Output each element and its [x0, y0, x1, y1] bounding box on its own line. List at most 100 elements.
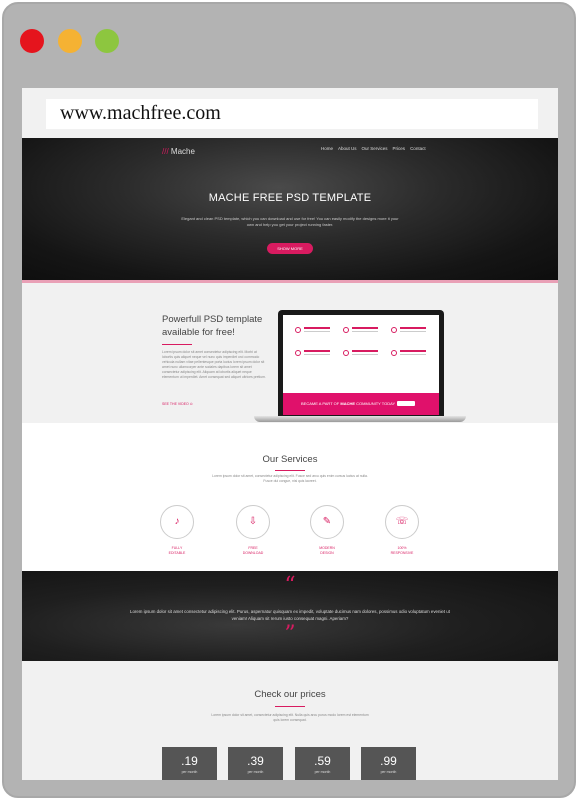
about-section: Powerfull PSD template available for fre… [22, 283, 558, 423]
testimonial-section: “ Lorem ipsum dolor sit amet consectetur… [22, 571, 558, 661]
price-value: .99 [380, 754, 397, 768]
price-period: per month [247, 770, 264, 774]
laptop-feature [295, 327, 331, 337]
price-card[interactable]: .39 per month [228, 747, 283, 780]
feature-icon [343, 350, 349, 356]
prices-underline [275, 706, 305, 707]
laptop-feature [391, 350, 427, 360]
show-more-button[interactable]: SHOW MORE [267, 243, 313, 254]
services-section: Our Services Lorem ipsum dolor sit amet,… [22, 423, 558, 571]
nav-home[interactable]: Home [321, 146, 333, 151]
service-label: MODERN DESIGN [302, 546, 352, 556]
price-value: .59 [314, 754, 331, 768]
banner-suffix: COMMUNITY TODAY [356, 401, 396, 406]
feature-text-line [352, 331, 378, 332]
service-label-line: 100% [397, 546, 407, 550]
see-video-label: SEE THE VIDEO [162, 402, 189, 406]
service-label: 100% RESPONSIVE [377, 546, 427, 556]
feature-text-line [304, 354, 330, 355]
service-icon-circle: ☏ [385, 505, 419, 539]
service-label-line: DOWNLOAD [242, 551, 264, 555]
testimonial-text: Lorem ipsum dolor sit amet consectetur a… [130, 609, 450, 621]
minimize-window-button[interactable] [58, 29, 82, 53]
price-card[interactable]: .99 per month [361, 747, 416, 780]
feature-icon [343, 327, 349, 333]
service-label: FREE DOWNLOAD [228, 546, 278, 556]
community-banner-text: BECAME A PART OF MACHE COMMUNITY TODAY [301, 401, 395, 406]
about-title: Powerfull PSD template available for fre… [162, 314, 263, 338]
quote-open-icon: “ [284, 573, 296, 598]
laptop-mockup: BECAME A PART OF MACHE COMMUNITY TODAY [278, 310, 444, 416]
price-card[interactable]: .59 per month [295, 747, 350, 780]
see-video-link[interactable]: SEE THE VIDEO ⊙ [162, 402, 193, 406]
laptop-feature [295, 350, 331, 360]
price-period: per month [314, 770, 331, 774]
price-period: per month [181, 770, 198, 774]
feature-icon [295, 350, 301, 356]
service-icon-circle: ⇩ [236, 505, 270, 539]
about-text: Lorem ipsum dolor sit amet consectetur a… [162, 350, 266, 379]
address-bar[interactable]: www.machfree.com [46, 99, 538, 129]
play-icon: ⊙ [189, 402, 193, 406]
service-icon-circle: ♪ [160, 505, 194, 539]
laptop-feature [391, 327, 427, 337]
prices-section: Check our prices Lorem ipsum dolor sit a… [22, 661, 558, 780]
feature-heading-line [304, 327, 330, 329]
service-label-line: FULLY [171, 546, 183, 550]
feature-text-line [352, 354, 378, 355]
nav-our-services[interactable]: Our Services [362, 146, 388, 151]
address-url: www.machfree.com [60, 102, 221, 124]
feature-heading-line [352, 350, 378, 352]
nav-contact[interactable]: Contact [410, 146, 426, 151]
service-label: FULLY EDITABLE [152, 546, 202, 556]
close-window-button[interactable] [20, 29, 44, 53]
page-viewport: /// Mache Home About Us Our Services Pri… [22, 88, 558, 780]
about-underline [162, 344, 192, 345]
prices-title: Check our prices [254, 689, 326, 700]
feature-text-line [304, 331, 330, 332]
feature-icon [391, 350, 397, 356]
feature-heading-line [352, 327, 378, 329]
services-text: Lorem ipsum dolor sit amet, consectetur … [212, 474, 368, 483]
pen-icon: ✎ [322, 516, 332, 527]
banner-prefix: BECAME A PART OF [301, 401, 340, 406]
hero-subtitle: Elegant and clean PSD template, which yo… [181, 216, 399, 227]
maximize-window-button[interactable] [95, 29, 119, 53]
main-nav: Home About Us Our Services Prices Contac… [321, 146, 426, 151]
services-underline [275, 470, 305, 471]
logo-text: Mache [170, 147, 195, 156]
feature-icon [391, 327, 397, 333]
feature-text-line [400, 331, 426, 332]
feature-heading-line [304, 350, 330, 352]
service-label-line: DESIGN [320, 551, 334, 555]
site-logo[interactable]: /// Mache [162, 147, 195, 156]
community-join-button[interactable] [397, 401, 415, 406]
laptop-screen: BECAME A PART OF MACHE COMMUNITY TODAY [283, 315, 439, 415]
service-label-line: EDITABLE [168, 551, 186, 555]
hero-title: MACHE FREE PSD TEMPLATE [208, 192, 372, 204]
logo-mark: /// [162, 147, 169, 156]
nav-prices[interactable]: Prices [393, 146, 406, 151]
headphones-icon: ♪ [174, 516, 180, 527]
feature-heading-line [400, 327, 426, 329]
laptop-base [254, 416, 466, 422]
hero-section: /// Mache Home About Us Our Services Pri… [22, 138, 558, 280]
service-icon-circle: ✎ [310, 505, 344, 539]
quote-close-icon: ” [284, 622, 296, 647]
feature-icon [295, 327, 301, 333]
feature-heading-line [400, 350, 426, 352]
feature-text-line [400, 354, 426, 355]
price-value: .19 [181, 754, 198, 768]
prices-text: Lorem ipsum dolor sit amet, consectetur … [211, 713, 369, 722]
banner-brand: MACHE [340, 401, 356, 406]
nav-about-us[interactable]: About Us [338, 146, 357, 151]
community-banner: BECAME A PART OF MACHE COMMUNITY TODAY [283, 393, 439, 415]
price-card[interactable]: .19 per month [162, 747, 217, 780]
services-title: Our Services [262, 454, 318, 465]
service-label-line: MODERN [319, 546, 335, 550]
phone-icon: ☏ [395, 516, 409, 527]
service-label-line: FREE [248, 546, 258, 550]
price-value: .39 [247, 754, 264, 768]
laptop-feature [343, 350, 379, 360]
price-period: per month [380, 770, 397, 774]
